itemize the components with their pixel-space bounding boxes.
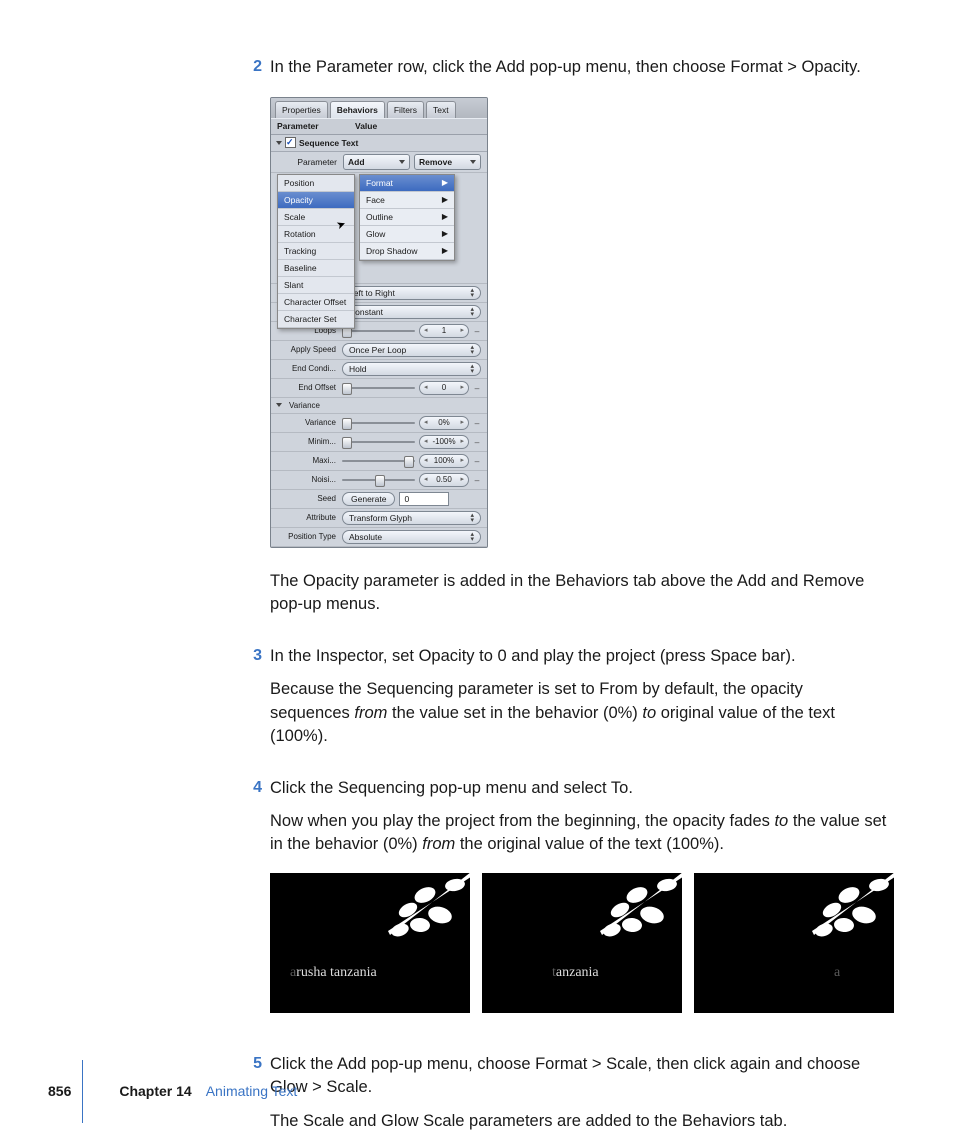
step3-text: In the Inspector, set Opacity to 0 and p… [270, 645, 880, 668]
tab-properties[interactable]: Properties [275, 101, 328, 118]
step-4: 4 Click the Sequencing pop-up menu and s… [240, 777, 880, 1035]
step4-num: 4 [240, 777, 262, 1035]
mi-charset[interactable]: Character Set [278, 311, 354, 328]
sm-dropshadow[interactable]: Drop Shadow▶ [360, 243, 454, 260]
mi-slant[interactable]: Slant [278, 277, 354, 294]
step-5: 5 Click the Add pop-up menu, choose Form… [240, 1053, 880, 1143]
noisiness-row[interactable]: Noisi...◂0.50▸– [271, 471, 487, 490]
remove-popup[interactable]: Remove [414, 154, 481, 170]
mi-baseline[interactable]: Baseline [278, 260, 354, 277]
tab-filters[interactable]: Filters [387, 101, 424, 118]
step4-text: Click the Sequencing pop-up menu and sel… [270, 777, 894, 800]
submenu[interactable]: Format▶ Face▶ Outline▶ Glow▶ Drop Shadow… [359, 174, 455, 261]
tab-behaviors[interactable]: Behaviors [330, 101, 385, 118]
step3-explain: Because the Sequencing parameter is set … [270, 678, 880, 748]
applyspeed-row[interactable]: Apply SpeedOnce Per Loop▴▾ [271, 341, 487, 360]
result-thumbnails: arusha tanzania tanzania a [270, 873, 894, 1013]
sm-glow[interactable]: Glow▶ [360, 226, 454, 243]
step3-num: 3 [240, 645, 262, 759]
step2-num: 2 [240, 56, 262, 627]
attribute-row[interactable]: AttributeTransform Glyph▴▾ [271, 509, 487, 528]
doc-content: 2 In the Parameter row, click the Add po… [240, 56, 880, 1143]
checkbox-icon[interactable] [285, 137, 296, 148]
param-menu[interactable]: Position Opacity Scale Rotation Tracking… [277, 174, 355, 330]
sm-outline[interactable]: Outline▶ [360, 209, 454, 226]
chapter-label: Chapter 14 [119, 1083, 191, 1099]
page-footer: 856 Chapter 14 Animating Text [48, 1083, 297, 1099]
variance-header[interactable]: Variance [271, 398, 487, 414]
generate-button[interactable]: Generate [342, 492, 395, 506]
endoffset-row[interactable]: End Offset ◂0▸ – [271, 379, 487, 398]
mi-opacity[interactable]: Opacity [278, 192, 354, 209]
inspector-screenshot: Properties Behaviors Filters Text Parame… [270, 97, 880, 548]
parameter-popup-row: Parameter Add Remove Position Opacity Sc… [271, 152, 487, 173]
mi-position[interactable]: Position [278, 175, 354, 192]
sm-format[interactable]: Format▶ [360, 175, 454, 192]
mi-tracking[interactable]: Tracking [278, 243, 354, 260]
seed-row[interactable]: SeedGenerate0 [271, 490, 487, 509]
maximum-row[interactable]: Maxi...◂100%▸– [271, 452, 487, 471]
thumb-3: a [694, 873, 894, 1013]
chapter-title: Animating Text [206, 1083, 298, 1099]
endcond-row[interactable]: End Condi...Hold▴▾ [271, 360, 487, 379]
add-popup[interactable]: Add [343, 154, 410, 170]
step-2: 2 In the Parameter row, click the Add po… [240, 56, 880, 627]
tab-text[interactable]: Text [426, 101, 456, 118]
step5-result: The Scale and Glow Scale parameters are … [270, 1110, 880, 1133]
step-3: 3 In the Inspector, set Opacity to 0 and… [240, 645, 880, 759]
sequence-text-row[interactable]: Sequence Text [271, 135, 487, 152]
step5-text: Click the Add pop-up menu, choose Format… [270, 1053, 880, 1100]
panel-tabs: Properties Behaviors Filters Text [271, 98, 487, 118]
step4-explain: Now when you play the project from the b… [270, 810, 894, 857]
minimum-row[interactable]: Minim...◂-100%▸– [271, 433, 487, 452]
disclosure-icon [276, 141, 282, 145]
step2-result: The Opacity parameter is added in the Be… [270, 570, 880, 617]
page-number: 856 [48, 1083, 71, 1099]
mi-charoffset[interactable]: Character Offset [278, 294, 354, 311]
thumb-1: arusha tanzania [270, 873, 470, 1013]
column-header: ParameterValue [271, 118, 487, 134]
thumb-2: tanzania [482, 873, 682, 1013]
sm-face[interactable]: Face▶ [360, 192, 454, 209]
variance-row[interactable]: Variance◂0%▸– [271, 414, 487, 433]
positiontype-row[interactable]: Position TypeAbsolute▴▾ [271, 528, 487, 547]
step2-text: In the Parameter row, click the Add pop-… [270, 56, 880, 79]
